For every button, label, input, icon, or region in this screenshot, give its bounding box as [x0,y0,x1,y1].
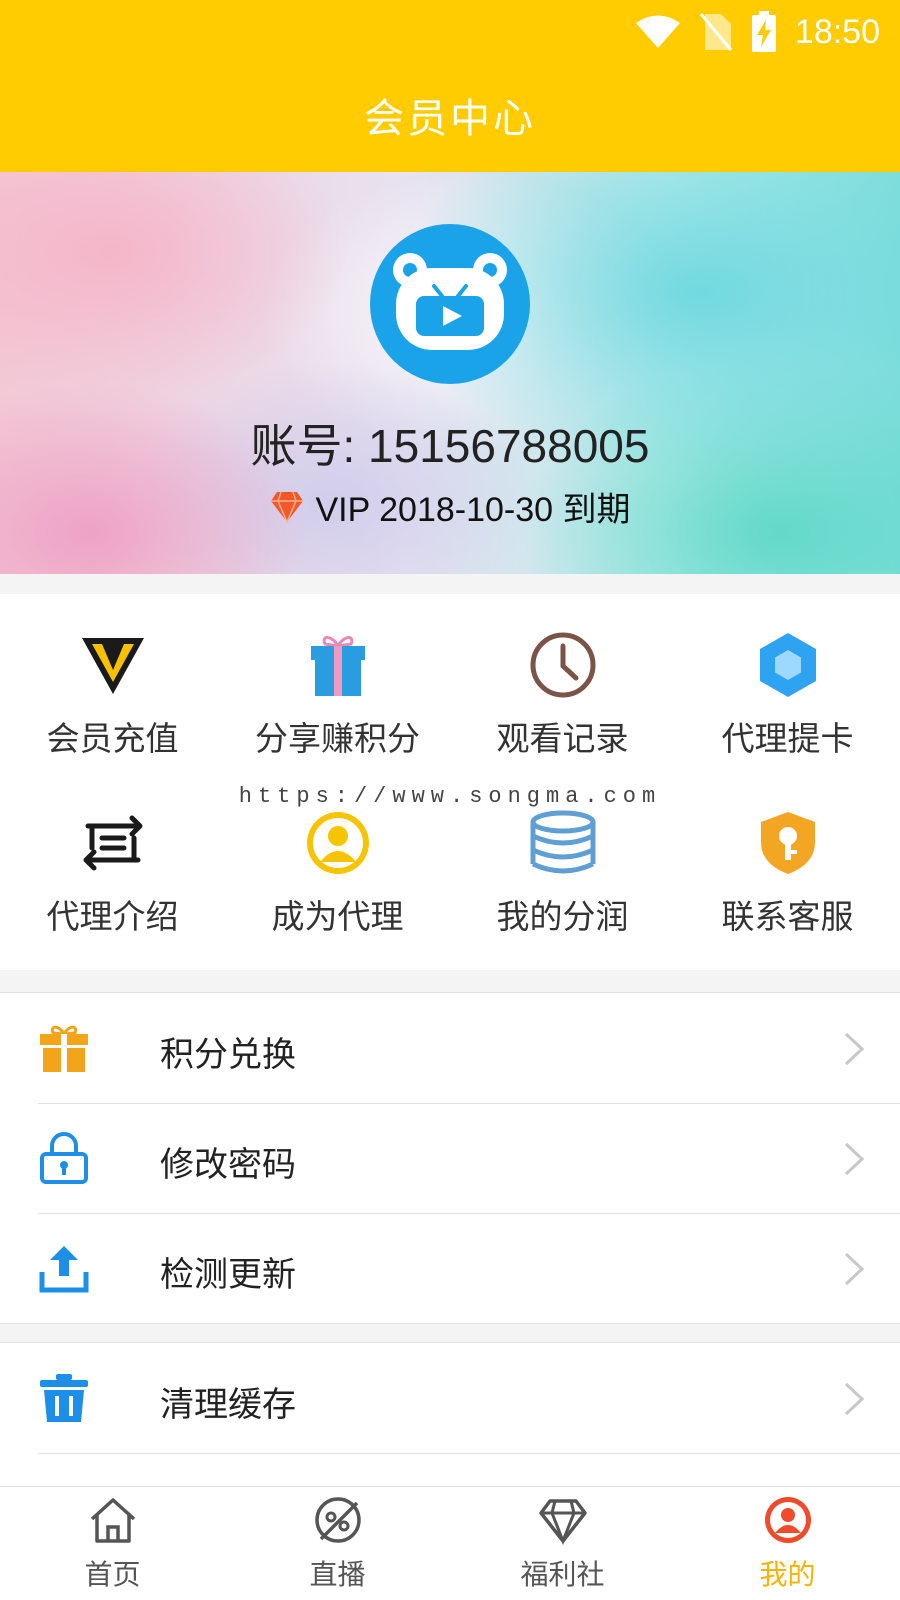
menu-item-label: 检测更新 [160,1255,296,1295]
battery-charging-icon [751,11,776,52]
grid-item-label: 会员充值 [46,719,179,758]
clock-icon [530,632,596,698]
page-title: 会员中心 [364,96,536,142]
vip-gem-icon [270,491,303,523]
vip-expiry: VIP 2018-10-30 到期 [0,482,900,531]
menu-item-check-update[interactable]: 检测更新 [0,1213,900,1323]
chevron-right-icon [844,1252,865,1286]
status-time: 18:50 [794,12,880,51]
header: 18:50 会员中心 [0,0,900,172]
menu-group-system: 清理缓存 [0,1342,900,1534]
gift-icon [40,1025,88,1072]
grid-item-label: 代理提卡 [721,719,854,758]
grid-item-label: 分享赚积分 [255,719,420,758]
menu-item-label: 清理缓存 [160,1385,296,1425]
menu-item-label: 积分兑换 [160,1035,296,1075]
account-number: 账号: 15156788005 [250,420,650,472]
user-circle-icon [307,812,369,874]
tab-welfare[interactable]: 福利社 [450,1487,675,1600]
menu-group-account: 积分兑换 修改密码 检测更新 [0,992,900,1324]
transfer-icon [83,815,143,871]
tab-label: 我的 [759,1558,816,1591]
coins-stack-icon [530,810,596,874]
grid-item-label: 观看记录 [496,719,629,758]
grid-item-agent-card[interactable]: 代理提卡 [675,594,900,764]
tab-live[interactable]: 直播 [225,1487,450,1600]
grid-item-label: 我的分润 [496,897,629,936]
diamond-icon [539,1499,587,1545]
no-sim-icon [699,13,733,51]
watermark: https://www.songma.com [238,784,662,809]
live-icon [315,1497,361,1543]
wifi-icon [635,15,680,48]
bottom-tab-bar: 首页 直播 福利社 我的 [0,1486,900,1600]
status-bar: 18:50 [635,10,880,54]
tab-home[interactable]: 首页 [0,1487,225,1600]
grid-item-label: 代理介绍 [46,897,179,936]
user-icon [765,1497,811,1543]
trash-icon [40,1374,88,1422]
tab-mine[interactable]: 我的 [675,1487,900,1600]
home-icon [90,1498,136,1543]
feature-grid: 会员充值 分享赚积分 观看记录 代理提卡 代理介绍 成为代理 我的分润 联系客服… [0,594,900,970]
grid-item-share-points[interactable]: 分享赚积分 [225,594,450,764]
menu-item-change-password[interactable]: 修改密码 [0,1103,900,1213]
member-center-screen: 18:50 会员中心 账号: 15156788005 VIP 2018-10-3… [0,0,900,1600]
chevron-right-icon [844,1142,865,1176]
shield-key-icon [761,812,815,874]
profile-banner: 账号: 15156788005 VIP 2018-10-30 到期 [0,172,900,574]
chevron-right-icon [844,1032,865,1066]
menu-item-clear-cache[interactable]: 清理缓存 [0,1343,900,1453]
chevron-right-icon [844,1382,865,1416]
tab-label: 福利社 [520,1558,605,1591]
grid-item-label: 成为代理 [271,897,404,936]
gift-box-icon [311,636,365,696]
upload-icon [39,1246,89,1293]
vip-expiry-text: VIP 2018-10-30 到期 [315,491,631,529]
lock-icon [40,1132,88,1184]
hexagon-icon [760,633,816,697]
tab-label: 直播 [309,1558,366,1591]
grid-item-recharge[interactable]: 会员充值 [0,594,225,764]
menu-item-label: 修改密码 [160,1145,296,1185]
vip-diamond-icon [82,638,144,694]
menu-item-points-exchange[interactable]: 积分兑换 [0,993,900,1103]
grid-item-watch-history[interactable]: 观看记录 [450,594,675,764]
avatar[interactable] [370,224,530,384]
grid-item-label: 联系客服 [721,897,854,936]
tab-label: 首页 [84,1558,141,1591]
